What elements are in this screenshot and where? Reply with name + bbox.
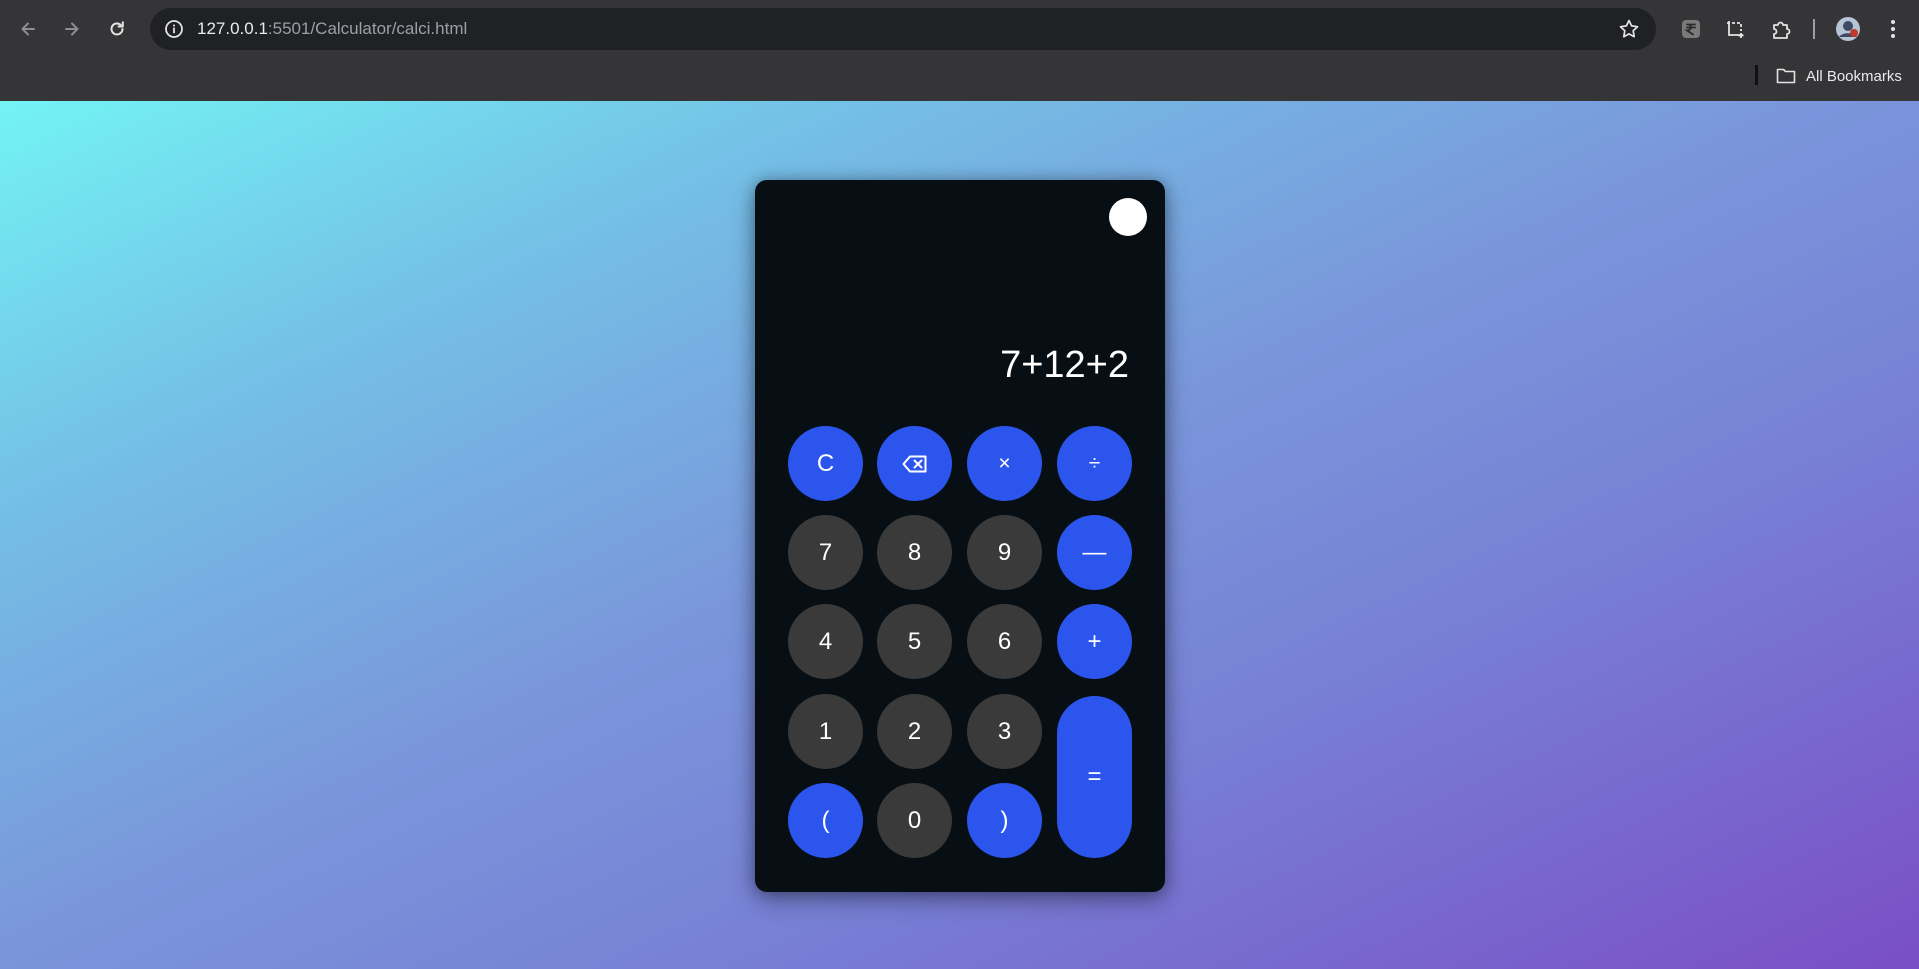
theme-toggle-button[interactable] — [1109, 198, 1147, 236]
digit-2-button[interactable]: 2 — [877, 694, 952, 769]
page-viewport: 7+12+2 C × ÷ 7 8 9 — 4 5 6 + 1 2 3 = ( 0… — [0, 101, 1919, 969]
url-text[interactable]: 127.0.0.1:5501/Calculator/calci.html — [197, 8, 467, 50]
menu-kebab-icon — [1891, 20, 1895, 38]
minus-button[interactable]: — — [1057, 515, 1132, 590]
profile-avatar — [1836, 17, 1860, 41]
extension-rupee-icon — [1682, 20, 1700, 38]
screenshot-button[interactable] — [1718, 12, 1752, 46]
equals-button[interactable]: = — [1057, 696, 1132, 858]
backspace-button[interactable] — [877, 426, 952, 501]
digit-9-button[interactable]: 9 — [967, 515, 1042, 590]
digit-8-button[interactable]: 8 — [877, 515, 952, 590]
address-bar[interactable]: 127.0.0.1:5501/Calculator/calci.html — [150, 8, 1656, 50]
divide-button[interactable]: ÷ — [1057, 426, 1132, 501]
all-bookmarks-label: All Bookmarks — [1806, 67, 1902, 85]
digit-6-button[interactable]: 6 — [967, 604, 1042, 679]
browser-toolbar: 127.0.0.1:5501/Calculator/calci.html — [0, 0, 1919, 60]
calculator: 7+12+2 C × ÷ 7 8 9 — 4 5 6 + 1 2 3 = ( 0… — [755, 180, 1165, 892]
open-paren-button[interactable]: ( — [788, 783, 863, 858]
site-info-icon — [165, 20, 183, 38]
extension-rupee-button[interactable] — [1674, 12, 1708, 46]
backspace-icon — [902, 455, 926, 472]
screenshot-crop-icon — [1727, 21, 1744, 38]
site-info-button[interactable] — [158, 13, 190, 45]
digit-0-button[interactable]: 0 — [877, 783, 952, 858]
bookmarks-separator — [1755, 65, 1758, 85]
url-host: 127.0.0.1 — [197, 19, 268, 38]
back-button[interactable] — [11, 12, 45, 46]
digit-7-button[interactable]: 7 — [788, 515, 863, 590]
url-path: :5501/Calculator/calci.html — [267, 19, 468, 38]
profile-button[interactable] — [1831, 12, 1865, 46]
extensions-puzzle-icon — [1773, 21, 1791, 39]
browser-chrome: 127.0.0.1:5501/Calculator/calci.html All… — [0, 0, 1919, 101]
browser-menu-button[interactable] — [1876, 12, 1910, 46]
digit-5-button[interactable]: 5 — [877, 604, 952, 679]
digit-4-button[interactable]: 4 — [788, 604, 863, 679]
digit-1-button[interactable]: 1 — [788, 694, 863, 769]
folder-icon — [1776, 68, 1796, 84]
bookmark-star-icon[interactable] — [1618, 18, 1640, 40]
back-arrow-icon — [21, 22, 35, 36]
extensions-button[interactable] — [1764, 12, 1798, 46]
multiply-button[interactable]: × — [967, 426, 1042, 501]
forward-button[interactable] — [55, 12, 89, 46]
close-paren-button[interactable]: ) — [967, 783, 1042, 858]
clear-button[interactable]: C — [788, 426, 863, 501]
toolbar-separator — [1813, 19, 1815, 39]
all-bookmarks-button[interactable]: All Bookmarks — [1776, 63, 1902, 89]
bookmarks-bar — [0, 60, 1919, 101]
forward-arrow-icon — [65, 22, 79, 36]
plus-button[interactable]: + — [1057, 604, 1132, 679]
digit-3-button[interactable]: 3 — [967, 694, 1042, 769]
reload-icon — [110, 21, 124, 36]
reload-button[interactable] — [100, 12, 134, 46]
calculator-display: 7+12+2 — [1000, 344, 1129, 386]
